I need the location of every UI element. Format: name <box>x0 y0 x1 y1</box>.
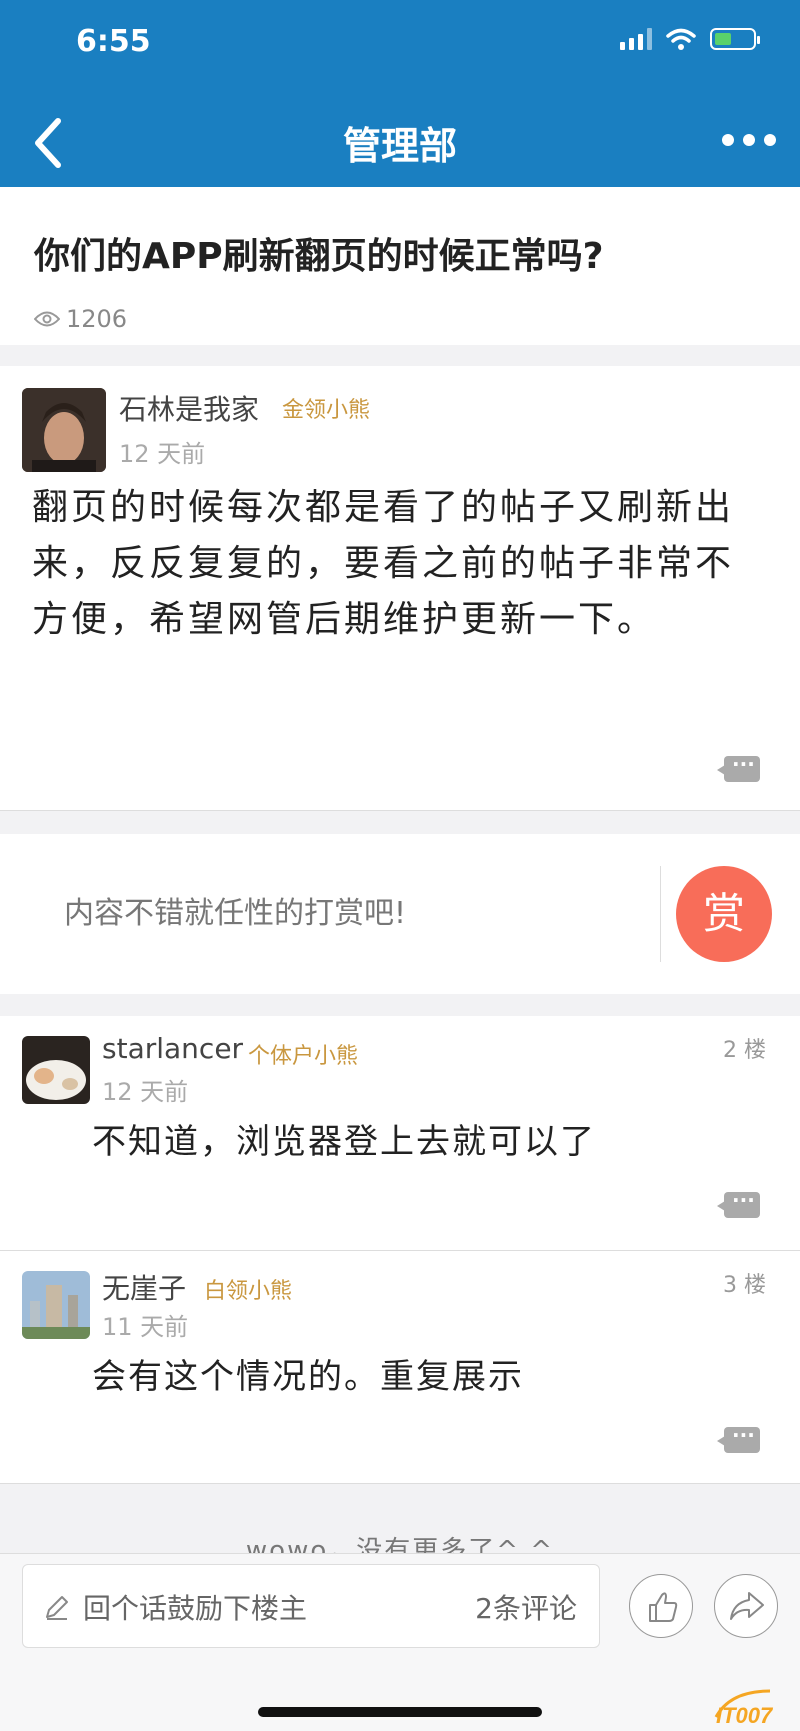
more-icon[interactable] <box>722 134 776 146</box>
page-title: 管理部 <box>342 124 457 168</box>
view-count: 1206 <box>34 305 127 333</box>
reply-content: 会有这个情况的。重复展示 <box>92 1357 524 1397</box>
avatar[interactable] <box>22 1271 90 1339</box>
input-placeholder: 回个话鼓励下楼主 <box>83 1592 308 1625</box>
reply-item: 无崖子 白领小熊 11 天前 3 楼 会有这个情况的。重复展示 <box>0 1251 800 1484</box>
signal-icon <box>620 28 652 50</box>
floor-number: 2 楼 <box>723 1038 766 1063</box>
bottom-bar: 回个话鼓励下楼主 2条评论 IT007 <box>0 1553 800 1731</box>
divider <box>660 866 661 962</box>
watermark-logo: IT007 <box>714 1689 774 1728</box>
original-post: 石林是我家 金领小熊 12 天前 翻页的时候每次都是看了的帖子又刷新出来，反反复… <box>0 366 800 811</box>
floor-number: 3 楼 <box>723 1273 766 1298</box>
like-button[interactable] <box>629 1574 693 1638</box>
avatar[interactable] <box>22 1036 90 1104</box>
reward-button[interactable]: 赏 <box>676 866 772 962</box>
user-badge: 个体户小熊 <box>248 1044 359 1069</box>
post-content: 翻页的时候每次都是看了的帖子又刷新出来，反反复复的，要看之前的帖子非常不方便，希… <box>32 487 735 640</box>
post-time: 12 天前 <box>119 440 206 468</box>
eye-icon <box>34 311 60 327</box>
app-header: 6:55 管理部 <box>0 0 800 187</box>
comment-icon[interactable] <box>717 747 760 782</box>
svg-text:IT007: IT007 <box>716 1703 774 1728</box>
reply-input[interactable]: 回个话鼓励下楼主 2条评论 <box>22 1564 600 1648</box>
post-header: 你们的APP刷新翻页的时候正常吗? 1206 <box>0 187 800 345</box>
share-button[interactable] <box>714 1574 778 1638</box>
reply-content: 不知道，浏览器登上去就可以了 <box>92 1122 596 1162</box>
status-icons <box>620 28 760 50</box>
post-title: 你们的APP刷新翻页的时候正常吗? <box>34 236 604 277</box>
share-icon <box>730 1592 764 1620</box>
avatar[interactable] <box>22 388 106 472</box>
comment-icon[interactable] <box>717 1183 760 1218</box>
thumbs-up-icon <box>649 1592 678 1622</box>
wifi-icon <box>666 28 696 50</box>
username[interactable]: 无崖子 <box>102 1267 186 1307</box>
battery-icon <box>710 28 760 50</box>
reply-time: 11 天前 <box>102 1313 189 1341</box>
view-count-value: 1206 <box>66 305 128 333</box>
status-time: 6:55 <box>76 24 151 59</box>
user-badge: 白领小熊 <box>204 1279 293 1304</box>
username[interactable]: 石林是我家 <box>119 388 259 428</box>
reward-prompt: 内容不错就任性的打赏吧! <box>64 896 407 931</box>
pencil-icon <box>46 1596 68 1620</box>
reply-time: 12 天前 <box>102 1078 189 1106</box>
username[interactable]: starlancer <box>102 1032 243 1065</box>
home-indicator <box>258 1707 542 1717</box>
reply-item: starlancer 个体户小熊 12 天前 2 楼 不知道，浏览器登上去就可以… <box>0 1016 800 1251</box>
comment-count[interactable]: 2条评论 <box>475 1587 577 1627</box>
comment-icon[interactable] <box>717 1418 760 1453</box>
reward-section: 内容不错就任性的打赏吧! 赏 <box>0 834 800 994</box>
user-badge: 金领小熊 <box>282 398 371 423</box>
